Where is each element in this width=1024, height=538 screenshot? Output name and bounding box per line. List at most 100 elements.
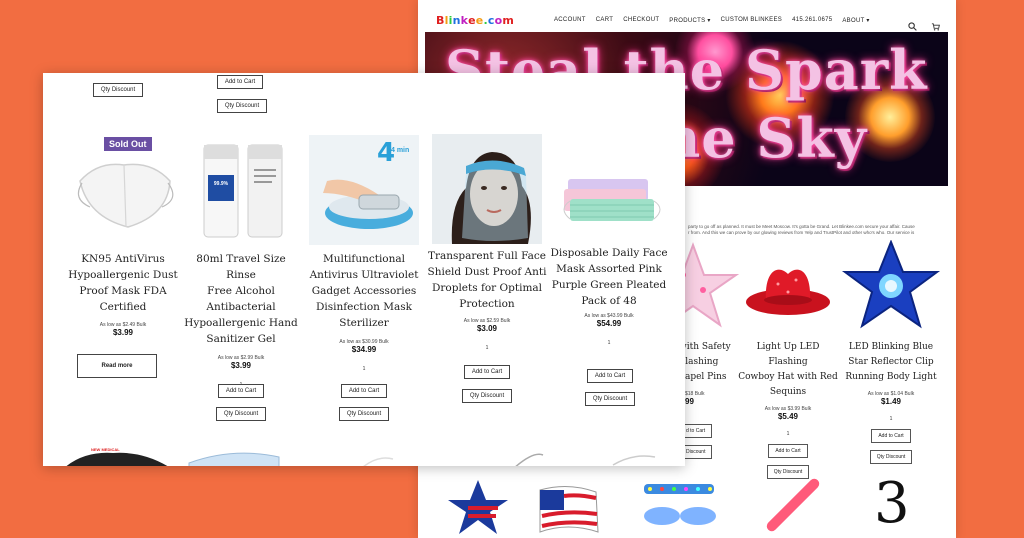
product-image[interactable] [841, 239, 941, 330]
logo-letter: e [475, 14, 484, 27]
quantity-input[interactable]: 1 [427, 345, 547, 351]
add-to-cart-button[interactable]: Add to Cart [587, 369, 633, 383]
gel-label: 99.9% [213, 181, 229, 187]
title-line: Pack of 48 [581, 295, 637, 307]
title-line: Sterilizer [339, 317, 389, 329]
product-price: $54.99 [596, 319, 622, 328]
logo-letter: c [487, 14, 495, 27]
title-line: Running Body Light [845, 372, 937, 382]
qty-discount-button[interactable]: Qty Discount [462, 389, 512, 403]
product-image[interactable]: 99.9% [186, 135, 296, 245]
quantity-input[interactable]: 1 [304, 366, 424, 372]
nav-custom-blinkees[interactable]: CUSTOM BLINKEES [721, 17, 782, 24]
new-medical-label: NEW MEDICAL [91, 447, 120, 452]
product-card: 99.9% 80ml Travel Size Rinse Free Alcoho… [181, 135, 301, 388]
product-title[interactable]: Multifunctional Antivirus Ultraviolet Ga… [304, 251, 424, 331]
nav-about[interactable]: ABOUT ▾ [842, 17, 869, 24]
nav-cart[interactable]: CART [596, 17, 613, 24]
product-image[interactable] [738, 240, 838, 330]
flag-icon [539, 486, 599, 533]
title-line: Purple Green Pleated [551, 279, 667, 291]
product-image[interactable] [554, 135, 664, 245]
add-to-cart-button[interactable]: Add to Cart [217, 75, 263, 89]
title-line: Protection [459, 298, 515, 310]
product-title[interactable]: Light Up LED Flashing Cowboy Hat with Re… [738, 340, 838, 400]
product-image[interactable]: Sold Out [68, 135, 178, 245]
blue-star-image [841, 239, 941, 329]
title-line: Disposable Daily Face [550, 247, 668, 259]
qty-discount-button[interactable]: Qty Discount [93, 83, 143, 97]
title-line: Disinfection Mask [315, 301, 413, 313]
title-line: Cowboy Hat with Red [738, 372, 838, 382]
sold-out-badge: Sold Out [104, 137, 152, 151]
qty-discount-button[interactable]: Qty Discount [869, 450, 913, 464]
title-line: KN95 AntiVirus [81, 253, 165, 265]
qty-discount-button[interactable]: Qty Discount [217, 99, 267, 113]
product-price: $3.09 [476, 324, 498, 333]
title-line: Transparent Full Face [428, 250, 546, 262]
product-image[interactable] [432, 134, 542, 244]
product-title[interactable]: KN95 AntiVirus Hypoallergenic Dust Proof… [63, 251, 183, 315]
sterilizer-time-label: 4 min [391, 147, 410, 154]
add-to-cart-button[interactable]: Add to Cart [464, 365, 510, 379]
title-line: Sequins [769, 387, 807, 397]
face-shield-image [432, 134, 542, 244]
add-to-cart-button[interactable]: Add to Cart [218, 384, 264, 398]
title-line: Sanitizer Gel [206, 333, 276, 345]
glow-stick-icon [766, 478, 820, 532]
product-card: Transparent Full Face Shield Dust Proof … [427, 134, 547, 351]
title-line: Proof Mask FDA [79, 285, 167, 297]
add-to-cart-button[interactable]: Add to Cart [341, 384, 387, 398]
product-title[interactable]: Disposable Daily Face Mask Assorted Pink… [549, 245, 669, 309]
read-more-button[interactable]: Read more [77, 354, 157, 378]
add-to-cart-button[interactable]: Add to Cart [768, 444, 808, 458]
flag-star-icon [448, 480, 508, 534]
logo-letter: o [494, 14, 503, 27]
next-row-images [66, 452, 656, 466]
product-card: LED Blinking Blue Star Reflector Clip Ru… [841, 239, 941, 464]
title-line: Antibacterial [206, 301, 276, 313]
intro-paragraph: party to go off as planned. It must be M… [688, 224, 950, 236]
product-price: $3.99 [230, 361, 252, 370]
disposable-masks-image [563, 179, 661, 221]
title-line: Free Alcohol [207, 285, 275, 297]
intro-line: r from. And this we can prove by our glo… [688, 230, 915, 235]
site-logo[interactable]: Blinkee.com [436, 14, 514, 27]
product-card: Sold Out KN95 AntiVirus Hypoallergenic D… [63, 135, 183, 337]
nav-checkout[interactable]: CHECKOUT [623, 17, 659, 24]
main-nav: ACCOUNT CART CHECKOUT PRODUCTS ▾ CUSTOM … [554, 17, 880, 24]
product-title[interactable]: Transparent Full Face Shield Dust Proof … [427, 248, 547, 312]
title-line: Antivirus Ultraviolet [309, 269, 419, 281]
logo-letter: n [452, 14, 461, 27]
product-image[interactable]: 4 4 min [309, 135, 419, 245]
kn95-mask-image [77, 163, 174, 228]
add-to-cart-button[interactable]: Add to Cart [871, 429, 911, 443]
logo-letter: k [460, 14, 469, 27]
title-line: Droplets for Optimal [431, 282, 543, 294]
qty-discount-button[interactable]: Qty Discount [585, 392, 635, 406]
product-title[interactable]: LED Blinking Blue Star Reflector Clip Ru… [841, 340, 941, 385]
qty-discount-button[interactable]: Qty Discount [339, 407, 389, 421]
product-card: 4 4 min Multifunctional Antivirus Ultrav… [304, 135, 424, 372]
nav-products[interactable]: PRODUCTS ▾ [669, 17, 710, 24]
title-line: Mask Assorted Pink [556, 263, 662, 275]
nav-account[interactable]: ACCOUNT [554, 17, 586, 24]
qty-discount-button[interactable]: Qty Discount [216, 407, 266, 421]
product-price: $34.99 [351, 345, 377, 354]
title-line: Certified [99, 301, 147, 313]
product-price: $1.49 [880, 397, 902, 406]
quantity-input[interactable]: 1 [549, 340, 669, 346]
cart-icon[interactable] [931, 22, 940, 31]
logo-letter: m [502, 14, 515, 27]
search-icon[interactable] [908, 22, 917, 31]
product-title[interactable]: 80ml Travel Size Rinse Free Alcohol Anti… [181, 251, 301, 347]
title-line: LED Blinking Blue [848, 342, 934, 352]
nav-products-label: PRODUCTS [669, 18, 706, 24]
product-card: Disposable Daily Face Mask Assorted Pink… [549, 135, 669, 346]
title-line: Star Reflector Clip [848, 357, 934, 367]
logo-letter: e [468, 14, 476, 27]
title-line: Multifunctional [322, 253, 406, 265]
title-line: 80ml Travel Size Rinse [196, 253, 286, 281]
nav-phone[interactable]: 415.261.0675 [792, 17, 832, 24]
title-line: Hypoallergenic Dust [68, 269, 178, 281]
